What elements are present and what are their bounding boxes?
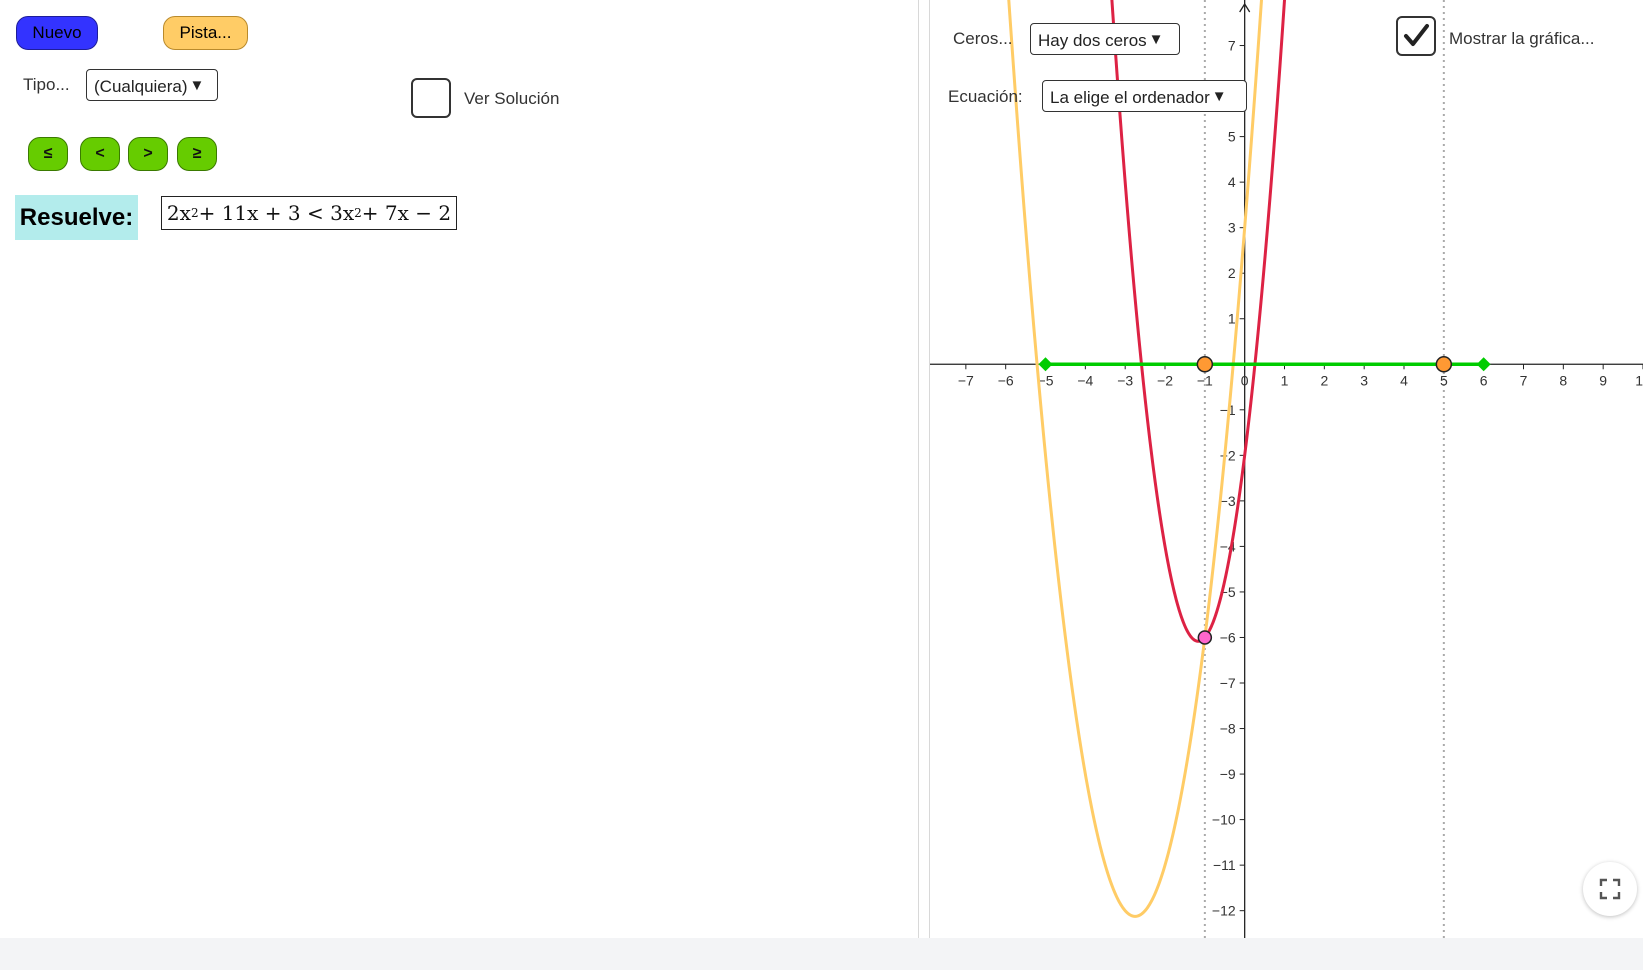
ver-solucion-checkbox[interactable]	[411, 78, 451, 118]
x-tick-label: 0	[1241, 372, 1249, 388]
diamond-point	[1476, 357, 1491, 372]
tipo-selected: (Cualquiera)	[94, 77, 188, 96]
middle-term: + 11x + 3 < 3x	[198, 201, 355, 225]
x-tick-label: 10	[1635, 372, 1643, 388]
ceros-selected: Hay dos ceros	[1038, 31, 1147, 50]
ver-solucion-label: Ver Solución	[464, 89, 560, 108]
pane-divider[interactable]	[918, 0, 930, 938]
x-tick-label: 3	[1360, 372, 1368, 388]
y-tick-label: −9	[1220, 766, 1236, 782]
greater-equal-button[interactable]: ≥	[177, 137, 217, 171]
y-tick-label: −11	[1213, 857, 1236, 873]
y-tick-label: 3	[1228, 220, 1236, 236]
triangle-down-icon: ▼	[1148, 30, 1164, 48]
pista-button[interactable]: Pista...	[163, 16, 248, 50]
triangle-down-icon: ▼	[189, 76, 205, 94]
nuevo-button[interactable]: Nuevo	[16, 16, 98, 50]
fullscreen-button[interactable]	[1583, 862, 1637, 916]
ceros-dropdown[interactable]: Hay dos ceros ▼	[1030, 23, 1180, 55]
tipo-dropdown[interactable]: (Cualquiera) ▼	[86, 69, 218, 101]
geogebra-app: Nuevo Pista... Tipo... (Cualquiera) ▼ Ve…	[0, 0, 1643, 938]
y-tick-label: 5	[1228, 129, 1236, 145]
rhs-term: + 7x − 2	[361, 201, 452, 225]
fullscreen-icon	[1599, 878, 1621, 900]
x-tick-label: 8	[1559, 372, 1567, 388]
resuelve-label: Resuelve:	[15, 195, 138, 240]
intersection-point	[1197, 630, 1213, 645]
root-point	[1435, 356, 1453, 373]
check-icon	[1404, 24, 1429, 46]
y-tick-label: −10	[1212, 812, 1236, 828]
x-tick-label: 7	[1520, 372, 1528, 388]
x-tick-label: 1	[1281, 372, 1289, 388]
tipo-label: Tipo...	[23, 75, 70, 94]
less-equal-button[interactable]: ≤	[28, 137, 68, 171]
y-tick-label: 7	[1228, 38, 1236, 54]
x-tick-label: −7	[958, 372, 974, 388]
mostrar-grafica-label: Mostrar la gráfica...	[1449, 29, 1595, 48]
x-tick-label: 5	[1440, 372, 1448, 388]
y-tick-label: −8	[1220, 721, 1236, 737]
triangle-down-icon: ▼	[1211, 87, 1227, 105]
lhs-term: 2x	[166, 201, 191, 225]
exponent: 2	[190, 206, 199, 220]
inequality-box: 2x 2 + 11x + 3 < 3x 2 + 7x − 2	[161, 196, 457, 230]
mostrar-grafica-checkbox[interactable]	[1396, 16, 1436, 56]
x-tick-label: −2	[1157, 372, 1173, 388]
y-tick-label: −2	[1220, 447, 1236, 463]
ecuacion-label: Ecuación:	[948, 87, 1023, 106]
x-tick-label: −4	[1077, 372, 1093, 388]
graphics-pane[interactable]: −7−6−5−4−3−2−1012345678910−12−11−10−9−8−…	[930, 0, 1643, 938]
ecuacion-dropdown[interactable]: La elige el ordenador ▼	[1042, 80, 1247, 112]
x-tick-label: 9	[1599, 372, 1607, 388]
less-than-button[interactable]: <	[80, 137, 120, 171]
x-tick-label: 6	[1480, 372, 1488, 388]
diamond-point	[1038, 357, 1053, 372]
y-tick-label: −7	[1220, 675, 1236, 691]
y-tick-label: −6	[1220, 629, 1236, 645]
y-tick-label: 4	[1228, 174, 1236, 190]
algebra-pane: Nuevo Pista... Tipo... (Cualquiera) ▼ Ve…	[0, 0, 918, 938]
exponent: 2	[354, 206, 362, 220]
y-tick-label: −12	[1212, 903, 1236, 919]
ecuacion-selected: La elige el ordenador	[1050, 88, 1210, 107]
x-tick-label: 2	[1320, 372, 1328, 388]
root-point	[1196, 356, 1214, 373]
function-graph[interactable]: −7−6−5−4−3−2−1012345678910−12−11−10−9−8−…	[930, 0, 1643, 938]
ceros-label: Ceros...	[953, 29, 1013, 48]
y-tick-label: 2	[1228, 265, 1236, 281]
y-tick-label: 1	[1228, 311, 1236, 327]
x-tick-label: 4	[1400, 372, 1408, 388]
x-tick-label: −6	[998, 372, 1014, 388]
greater-than-button[interactable]: >	[128, 137, 168, 171]
x-tick-label: −3	[1117, 372, 1133, 388]
x-tick-label: −1	[1197, 372, 1213, 388]
